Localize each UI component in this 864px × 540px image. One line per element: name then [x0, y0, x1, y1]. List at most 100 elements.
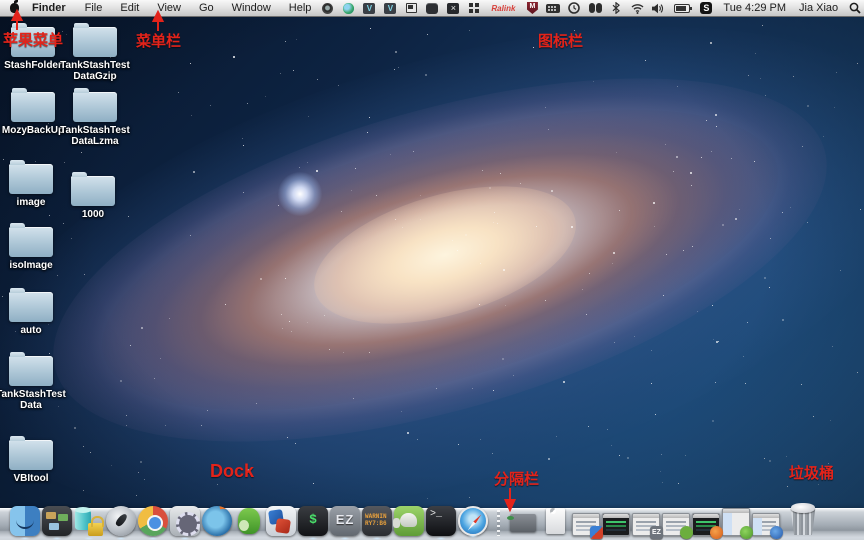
dock-disk-locker-icon[interactable] — [74, 506, 104, 536]
folder-icon — [11, 92, 55, 122]
folder-label: TankStashTestDataGzip — [60, 60, 130, 82]
minimized-evernote-window[interactable] — [662, 513, 690, 536]
minimized-ez-window[interactable]: EZ — [632, 513, 660, 536]
folder-label: MozyBackUp — [0, 125, 68, 136]
dock-vuze-icon[interactable] — [234, 506, 264, 536]
dock-sync-tool-icon[interactable] — [266, 506, 296, 536]
dock: $ EZ WARNIN RY7:B6 >_ EZ — [0, 494, 864, 540]
dock-system-preferences-icon[interactable] — [170, 506, 200, 536]
padlock-shape — [88, 523, 103, 536]
apple-logo-icon — [10, 3, 19, 13]
dock-ez-tool-icon[interactable]: EZ — [330, 506, 360, 536]
webcam-icon[interactable] — [320, 2, 334, 15]
desktop-folder-image[interactable]: image — [0, 164, 66, 208]
folder-icon — [9, 227, 53, 257]
grid-icon[interactable] — [467, 2, 481, 15]
sync-badge-icon — [590, 526, 603, 539]
dock-evernote-icon[interactable] — [394, 506, 424, 536]
minimized-sync-window[interactable] — [572, 513, 600, 536]
desktop-folder-mozybackup[interactable]: MozyBackUp — [0, 92, 68, 136]
folder-label: 1000 — [58, 209, 128, 220]
desktop-folder-tankstashtestdatalzma[interactable]: TankStashTestDataLzma — [60, 92, 130, 147]
status-icon-bar: V V × Ralink M S Tue 4:29 PM — [320, 0, 862, 16]
ralink-utility[interactable]: Ralink — [488, 2, 518, 15]
folder-icon — [73, 92, 117, 122]
folder-icon — [9, 164, 53, 194]
folder-icon — [9, 356, 53, 386]
x-box-icon[interactable]: × — [446, 2, 460, 15]
folder-icon — [9, 440, 53, 470]
wifi-icon[interactable] — [630, 2, 644, 15]
folder-icon — [11, 27, 55, 57]
dock-finder-icon[interactable] — [10, 506, 40, 536]
globe-icon[interactable] — [341, 2, 355, 15]
battery-icon[interactable] — [672, 2, 692, 15]
desktop-folder-isoimage[interactable]: isoImage — [0, 227, 66, 271]
dock-safari-icon[interactable] — [458, 506, 488, 536]
menu-help[interactable]: Help — [280, 0, 321, 16]
menu-go[interactable]: Go — [190, 0, 223, 16]
dock-firefox-icon[interactable] — [202, 506, 232, 536]
time-machine-icon[interactable] — [567, 2, 581, 15]
keyboard-icon[interactable] — [546, 2, 560, 15]
console-text-line1: WARNIN — [365, 513, 392, 520]
dock-mission-control-icon[interactable] — [42, 506, 72, 536]
dock-row: $ EZ WARNIN RY7:B6 >_ EZ — [10, 503, 820, 536]
firefox-badge-icon — [710, 526, 723, 539]
minimized-firefox-window[interactable] — [692, 513, 720, 536]
desktop-folder-vbitool[interactable]: VBItool — [0, 440, 66, 484]
minimized-finder-column-window[interactable] — [722, 508, 750, 536]
dock-terminal-icon[interactable]: >_ — [426, 506, 456, 536]
menu-view[interactable]: View — [148, 0, 190, 16]
desktop-folder-tankstashtestdatagzip[interactable]: TankStashTestDataGzip — [60, 27, 130, 82]
menu-clock[interactable]: Tue 4:29 PM — [720, 2, 789, 14]
minimized-finder-list-window[interactable] — [752, 513, 780, 536]
binoculars-icon[interactable] — [588, 2, 602, 15]
bluetooth-icon[interactable] — [609, 2, 623, 15]
blue-badge-icon — [770, 526, 783, 539]
dock-downloads-folder-icon[interactable] — [508, 506, 538, 536]
menu-bar-left: Finder File Edit View Go Window Help — [6, 0, 320, 16]
grab-hand-icon[interactable] — [425, 2, 439, 15]
desktop-folder-stashfolder[interactable]: StashFolder — [0, 27, 68, 71]
menu-edit[interactable]: Edit — [111, 0, 148, 16]
windows-stack-icon[interactable] — [404, 2, 418, 15]
dock-chrome-icon[interactable] — [138, 506, 168, 536]
menu-user[interactable]: Jia Xiao — [796, 2, 841, 14]
mcafee-shield-icon[interactable]: M — [525, 2, 539, 15]
menu-window[interactable]: Window — [223, 0, 280, 16]
dock-cash-terminal-icon[interactable]: $ — [298, 506, 328, 536]
vm-icon[interactable]: V — [362, 2, 376, 15]
desktop-folder-1000[interactable]: 1000 — [58, 176, 128, 220]
trash-paper-shape — [791, 503, 815, 513]
console-text-line2: RY7:B6 — [365, 520, 392, 527]
spotlight-icon[interactable] — [848, 2, 862, 15]
folder-icon — [9, 292, 53, 322]
apple-menu[interactable] — [6, 0, 22, 16]
folder-icon — [73, 27, 117, 57]
dock-documents-stack-icon[interactable] — [540, 506, 570, 536]
parallels-icon[interactable]: S — [699, 2, 713, 15]
ez-badge-icon: EZ — [650, 526, 663, 539]
folder-label: TankStashTestData — [0, 389, 66, 411]
menu-bar: Finder File Edit View Go Window Help V V… — [0, 0, 864, 17]
dock-separator — [490, 508, 506, 536]
folder-icon — [71, 176, 115, 206]
folder-label: VBItool — [0, 473, 66, 484]
minimized-terminal-window[interactable] — [602, 513, 630, 536]
desktop-screen: Finder File Edit View Go Window Help V V… — [0, 0, 864, 540]
desktop-folder-tankstashtestdata[interactable]: TankStashTestData — [0, 356, 66, 411]
menu-finder[interactable]: Finder — [22, 0, 76, 16]
evernote-badge-icon — [680, 526, 693, 539]
dock-trash-icon[interactable] — [786, 503, 820, 536]
green-badge-icon — [740, 526, 753, 539]
folder-label: TankStashTestDataLzma — [60, 125, 130, 147]
dock-launchpad-icon[interactable] — [106, 506, 136, 536]
dock-console-monitor-icon[interactable]: WARNIN RY7:B6 — [362, 506, 392, 536]
folder-label: StashFolder — [0, 60, 68, 71]
volume-icon[interactable] — [651, 2, 665, 15]
folder-label: image — [0, 197, 66, 208]
desktop-folder-auto[interactable]: auto — [0, 292, 66, 336]
menu-file[interactable]: File — [76, 0, 112, 16]
vm-icon-2[interactable]: V — [383, 2, 397, 15]
